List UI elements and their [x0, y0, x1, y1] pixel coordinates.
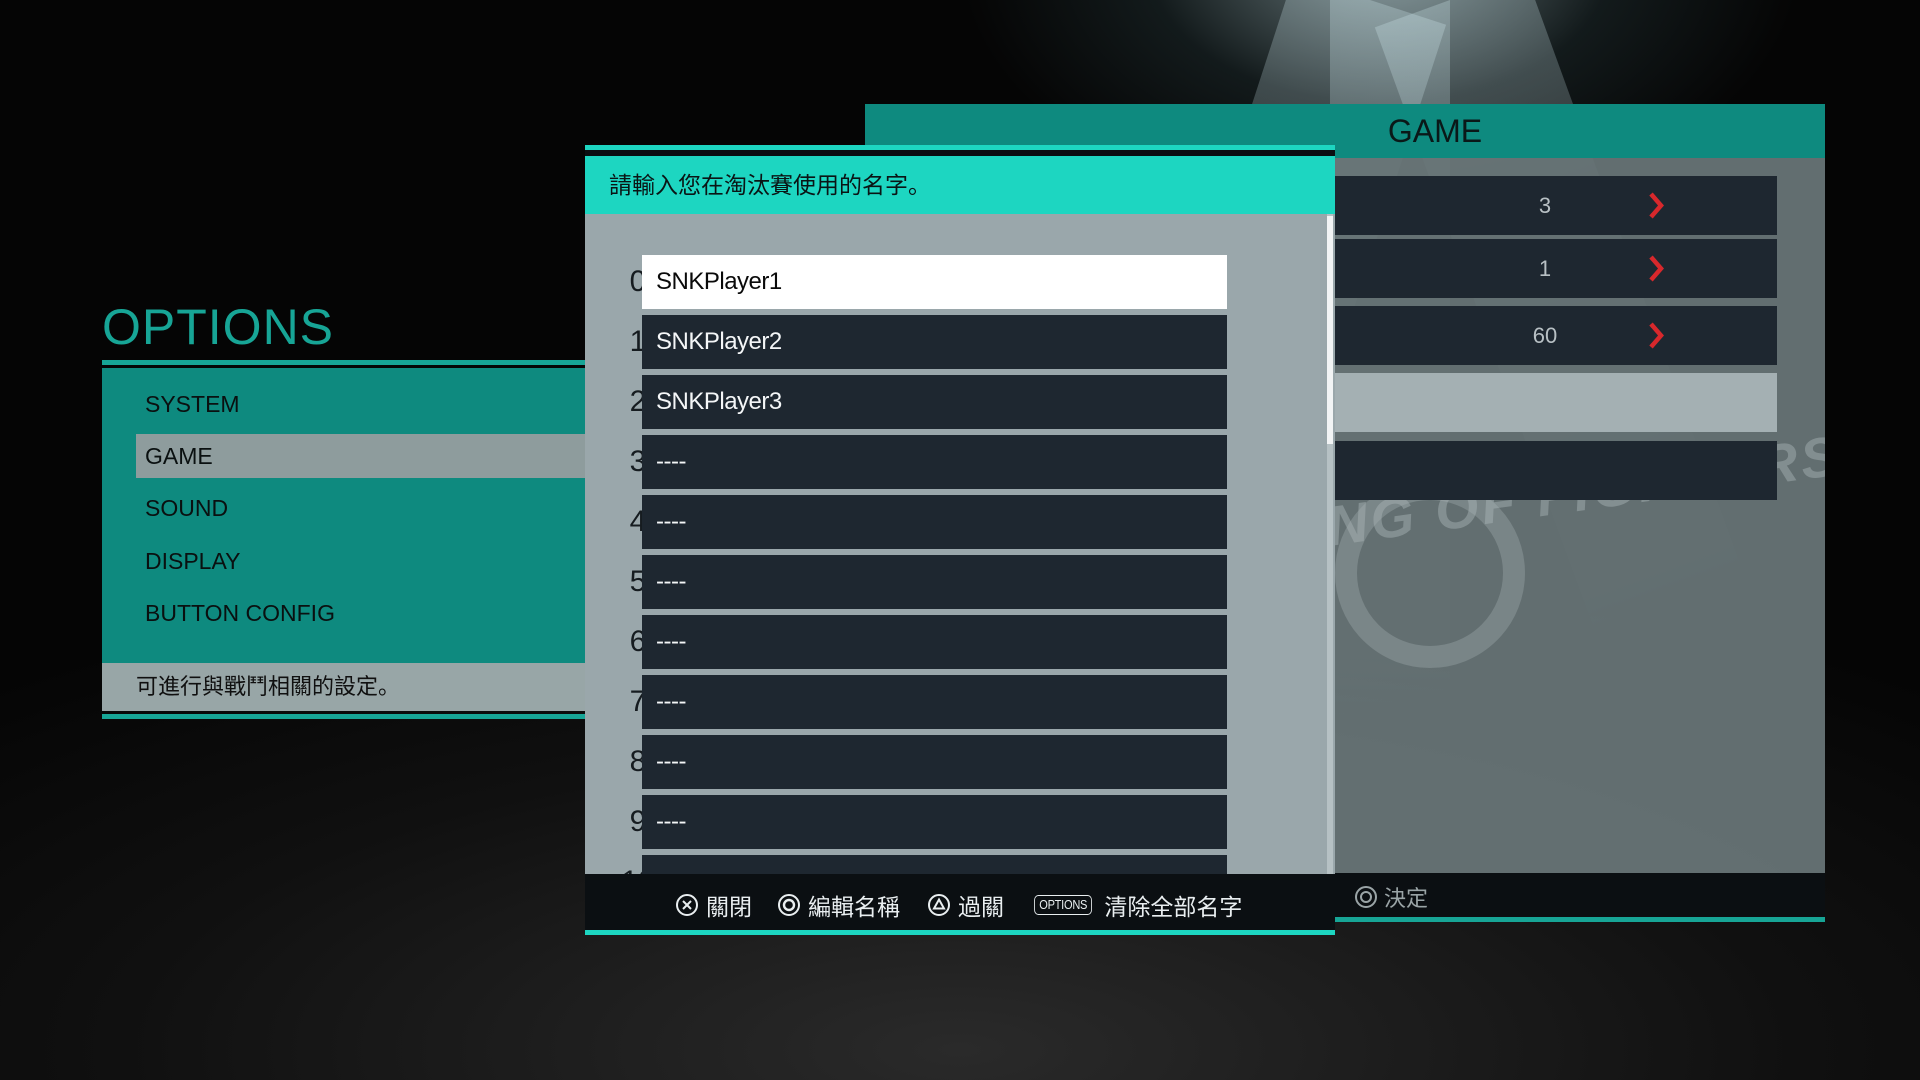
- clear-all-names-hint[interactable]: OPTIONS 清除全部名字: [1029, 888, 1242, 922]
- game-setting-row[interactable]: 3: [1335, 176, 1777, 235]
- options-item-sound[interactable]: SOUND: [136, 486, 592, 530]
- name-list: 0 SNKPlayer1 1 SNKPlayer2 2 SNKPlayer3 3 ---- 4-…: [585, 214, 1335, 874]
- right-arrow-icon[interactable]: [1629, 239, 1685, 298]
- skip-label: 過關: [958, 894, 1004, 920]
- game-setting-value: 60: [1532, 323, 1558, 348]
- options-bottom-line: [102, 714, 592, 719]
- dialog-prompt: 請輸入您在淘汰賽使用的名字。: [585, 156, 1335, 214]
- name-slot-field[interactable]: ----: [642, 495, 1227, 549]
- dialog-bottom-line: [585, 930, 1335, 935]
- options-item-game[interactable]: GAME: [136, 434, 592, 478]
- clear-all-names-label: 清除全部名字: [1104, 894, 1243, 920]
- name-slot-field[interactable]: ----: [642, 435, 1227, 489]
- name-slot-field[interactable]: ----: [642, 615, 1227, 669]
- options-title: OPTIONS: [102, 299, 335, 355]
- name-slot-field[interactable]: ----: [642, 795, 1227, 849]
- skip-hint[interactable]: 過關: [927, 888, 1004, 922]
- options-menu: SYSTEM GAME SOUND DISPLAY BUTTON CONFIG: [102, 368, 592, 663]
- name-slot-row[interactable]: 8 ----: [585, 735, 1335, 789]
- name-slot-field[interactable]: ----: [642, 855, 1227, 874]
- cross-button-icon: [676, 894, 698, 916]
- confirm-label: 決定: [1384, 886, 1429, 911]
- right-arrow-icon[interactable]: [1629, 176, 1685, 235]
- game-setting-row[interactable]: [1335, 441, 1777, 500]
- name-slot-row[interactable]: 5 ----: [585, 555, 1335, 609]
- options-description: 可進行與戰鬥相關的設定。: [102, 663, 592, 711]
- name-slot-row[interactable]: 1 SNKPlayer2: [585, 315, 1335, 369]
- close-hint[interactable]: 關閉: [675, 888, 752, 922]
- edit-name-label: 編輯名稱: [808, 894, 900, 920]
- game-setting-row[interactable]: 1: [1335, 239, 1777, 298]
- confirm-hint[interactable]: 決定: [1354, 881, 1428, 913]
- game-setting-row[interactable]: 60: [1335, 306, 1777, 365]
- right-arrow-icon[interactable]: [1629, 306, 1685, 365]
- circle-button-icon: [1355, 886, 1377, 908]
- close-label: 關閉: [706, 894, 752, 920]
- options-item-system[interactable]: SYSTEM: [136, 382, 592, 426]
- options-item-button-config[interactable]: BUTTON CONFIG: [136, 591, 592, 635]
- name-slot-row[interactable]: 4 ----: [585, 495, 1335, 549]
- name-slot-field[interactable]: SNKPlayer3: [642, 375, 1227, 429]
- name-slot-field[interactable]: ----: [642, 675, 1227, 729]
- dialog-footer: 關閉 編輯名稱 過關 OPTIONS 清除全部名字: [585, 874, 1335, 930]
- game-setting-row[interactable]: [1335, 373, 1777, 432]
- name-slot-row[interactable]: 0 SNKPlayer1: [585, 255, 1335, 309]
- name-list-scroll-thumb[interactable]: [1327, 216, 1333, 444]
- name-slot-row[interactable]: 6 ----: [585, 615, 1335, 669]
- game-setting-value: 1: [1538, 256, 1552, 281]
- name-slot-row[interactable]: 7 ----: [585, 675, 1335, 729]
- options-top-line: [102, 360, 592, 365]
- name-slot-row[interactable]: 10----: [585, 855, 1335, 874]
- options-button-icon: OPTIONS: [1034, 895, 1093, 915]
- name-slot-row[interactable]: 3 ----: [585, 435, 1335, 489]
- name-slot-field[interactable]: ----: [642, 555, 1227, 609]
- name-slot-row[interactable]: 9 ----: [585, 795, 1335, 849]
- options-item-display[interactable]: DISPLAY: [136, 539, 592, 583]
- edit-name-hint[interactable]: 編輯名稱: [777, 888, 900, 922]
- game-setting-value: 3: [1538, 193, 1552, 218]
- circle-button-icon: [778, 894, 800, 916]
- name-slot-field[interactable]: SNKPlayer2: [642, 315, 1227, 369]
- name-slot-row[interactable]: 2 SNKPlayer3: [585, 375, 1335, 429]
- name-slot-field[interactable]: ----: [642, 735, 1227, 789]
- triangle-button-icon: [928, 894, 950, 916]
- name-slot-field[interactable]: SNKPlayer1: [642, 255, 1227, 309]
